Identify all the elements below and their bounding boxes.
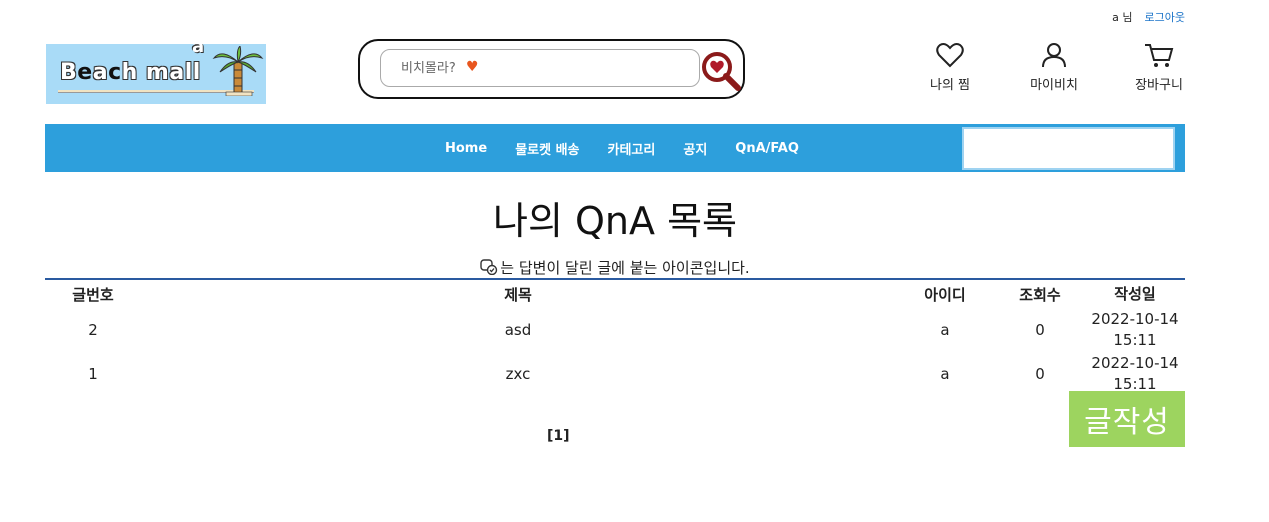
search-box: ♥ xyxy=(358,39,745,99)
answered-icon xyxy=(480,259,498,275)
user-icon xyxy=(1042,43,1066,68)
page-title: 나의 QnA 목록 xyxy=(493,199,737,243)
my-page-button[interactable]: 마이비치 xyxy=(1024,42,1084,93)
nav-menu: Home 물로켓 배송 카테고리 공지 QnA/FAQ xyxy=(445,124,799,172)
qna-table: 글번호 제목 아이디 조회수 작성일 2 asd a 0 2022-10-14 1… xyxy=(45,278,1185,396)
nav-search-field[interactable] xyxy=(962,127,1175,170)
notice-text: 는 답변이 달린 글에 붙는 아이콘입니다. xyxy=(500,259,750,277)
header-id: 아이디 xyxy=(924,285,966,304)
cart-button[interactable]: 장바구니 xyxy=(1128,42,1190,93)
write-post-button[interactable]: 글작성 xyxy=(1069,391,1185,447)
row-date: 2022-10-14 15:11 xyxy=(1091,310,1179,349)
row-id: a xyxy=(940,365,950,383)
search-icon[interactable] xyxy=(701,51,741,91)
wishlist-label: 나의 찜 xyxy=(929,78,970,93)
table-row[interactable]: 1 zxc a 0 2022-10-14 15:11 xyxy=(45,352,1185,396)
table-row[interactable]: 2 asd a 0 2022-10-14 15:11 xyxy=(45,308,1185,352)
header-icon-menu: 나의 찜 마이비치 장바구니 xyxy=(920,42,1192,93)
my-page-label: 마이비치 xyxy=(1030,78,1078,93)
pagination-current[interactable]: [1] xyxy=(547,428,570,444)
heart-outline-icon xyxy=(936,43,964,68)
answer-icon-notice: 는 답변이 달린 글에 붙는 아이콘입니다. xyxy=(0,257,1230,278)
row-views: 0 xyxy=(1035,365,1045,383)
logout-link[interactable]: 로그아웃 xyxy=(1145,9,1185,25)
row-title-link[interactable]: zxc xyxy=(141,365,895,383)
nav-home[interactable]: Home xyxy=(445,141,487,156)
beach-mall-logo[interactable]: a Beach mall xyxy=(46,44,266,104)
row-id: a xyxy=(940,321,950,339)
row-no: 2 xyxy=(88,321,98,339)
cart-label: 장바구니 xyxy=(1135,78,1183,93)
nav-qna-faq[interactable]: QnA/FAQ xyxy=(735,141,799,156)
row-no: 1 xyxy=(88,365,98,383)
table-header: 글번호 제목 아이디 조회수 작성일 xyxy=(45,280,1185,308)
logo-top-letter: a xyxy=(192,44,205,57)
wishlist-button[interactable]: 나의 찜 xyxy=(920,42,980,93)
user-greeting: a 님 xyxy=(1112,11,1133,24)
main-nav-bar: Home 물로켓 배송 카테고리 공지 QnA/FAQ xyxy=(45,124,1185,172)
logo-text: Beach mall xyxy=(60,60,201,85)
header-views: 조회수 xyxy=(1019,285,1061,304)
nav-category[interactable]: 카테고리 xyxy=(608,139,656,158)
nav-rocket-delivery[interactable]: 물로켓 배송 xyxy=(515,139,579,158)
heart-placeholder-icon: ♥ xyxy=(466,59,479,75)
header-no: 글번호 xyxy=(72,285,114,304)
palm-tree-icon xyxy=(212,46,264,96)
header-date: 작성일 xyxy=(1114,284,1156,303)
search-input[interactable] xyxy=(380,49,700,87)
header-title: 제목 xyxy=(504,285,532,304)
top-user-bar: a 님 로그아웃 xyxy=(1112,9,1185,25)
row-date: 2022-10-14 15:11 xyxy=(1091,354,1179,393)
nav-notice[interactable]: 공지 xyxy=(683,139,707,158)
row-views: 0 xyxy=(1035,321,1045,339)
cart-icon xyxy=(1145,44,1174,67)
row-title-link[interactable]: asd xyxy=(141,321,895,339)
